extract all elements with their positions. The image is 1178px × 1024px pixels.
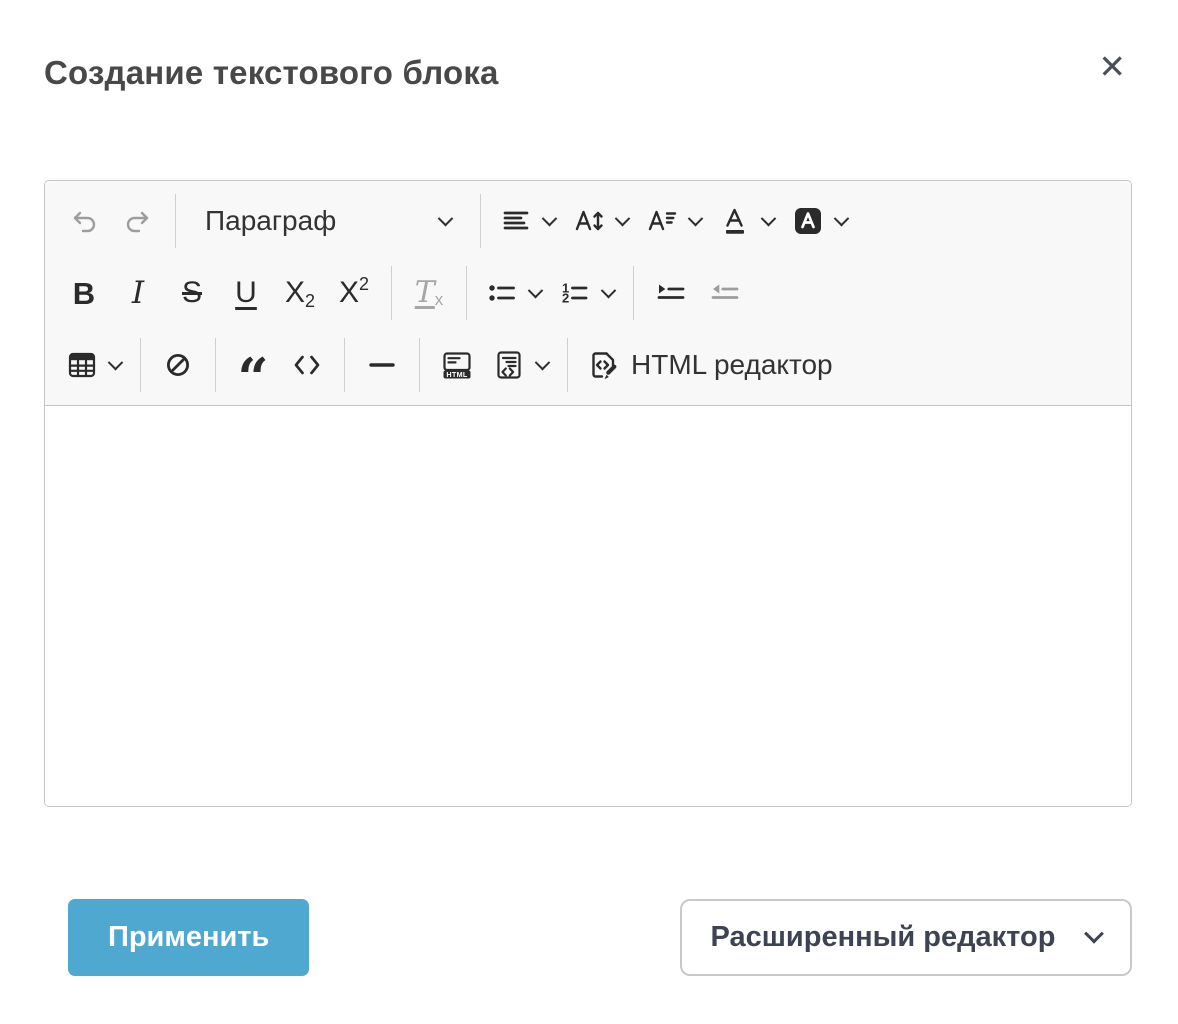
code-block-icon [493, 349, 525, 381]
font-color-icon [719, 205, 751, 237]
bulleted-list-dropdown[interactable] [478, 265, 549, 321]
toolbar-separator [391, 266, 392, 320]
chevron-down-icon [688, 210, 704, 226]
apply-button[interactable]: Применить [68, 899, 309, 976]
editor-content[interactable] [45, 406, 1131, 806]
font-color-dropdown[interactable] [711, 193, 782, 249]
undo-button[interactable] [58, 193, 110, 249]
html-embed-button[interactable]: HTML [431, 337, 483, 393]
undo-icon [68, 205, 100, 237]
close-button[interactable]: ✕ [1092, 48, 1132, 85]
chevron-down-icon [438, 210, 454, 226]
source-editing-button[interactable]: HTML редактор [579, 337, 841, 393]
horizontal-line-icon [366, 349, 398, 381]
chevron-down-icon [615, 210, 631, 226]
dialog-title: Создание текстового блока [44, 54, 499, 92]
toolbar-row-2: B I S U X 2 [45, 257, 1131, 329]
table-icon [66, 349, 98, 381]
font-background-color-dropdown[interactable] [784, 193, 855, 249]
toolbar-row-3: “ [45, 329, 1131, 401]
line-height-icon [573, 205, 605, 237]
code-icon [291, 349, 323, 381]
align-left-icon [500, 205, 532, 237]
toolbar-separator [480, 194, 481, 248]
toolbar-separator [140, 338, 141, 392]
underline-icon: U [235, 278, 257, 308]
advanced-editor-label: Расширенный редактор [711, 921, 1056, 954]
svg-text:HTML: HTML [446, 370, 467, 379]
bulleted-list-icon [486, 277, 518, 309]
blockquote-icon: “ [237, 373, 268, 384]
subscript-button[interactable]: X 2 [274, 265, 326, 321]
heading-dropdown[interactable]: Параграф [187, 193, 469, 249]
remove-format-icon: T x [415, 278, 444, 308]
link-icon [162, 349, 194, 381]
toolbar-separator [344, 338, 345, 392]
chevron-down-icon [108, 354, 124, 370]
subscript-icon: X 2 [285, 278, 315, 308]
chevron-down-icon [528, 282, 544, 298]
strikethrough-button[interactable]: S [166, 265, 218, 321]
chevron-down-icon [1085, 923, 1105, 943]
indent-button[interactable] [645, 265, 697, 321]
redo-button[interactable] [112, 193, 164, 249]
chevron-down-icon [535, 354, 551, 370]
bold-button[interactable]: B [58, 265, 110, 321]
svg-text:2: 2 [562, 291, 569, 306]
horizontal-line-button[interactable] [356, 337, 408, 393]
superscript-button[interactable]: X 2 [328, 265, 380, 321]
insert-table-dropdown[interactable] [58, 337, 129, 393]
alignment-dropdown[interactable] [492, 193, 563, 249]
dialog-footer: Применить Расширенный редактор [44, 899, 1132, 976]
link-button[interactable] [152, 337, 204, 393]
inline-code-button[interactable] [281, 337, 333, 393]
close-icon: ✕ [1098, 48, 1126, 85]
apply-button-label: Применить [108, 921, 269, 953]
underline-button[interactable]: U [220, 265, 272, 321]
redo-icon [122, 205, 154, 237]
editor-toolbar: Параграф [45, 181, 1131, 406]
toolbar-separator [215, 338, 216, 392]
font-size-icon [646, 205, 678, 237]
outdent-icon [709, 277, 741, 309]
toolbar-separator [175, 194, 176, 248]
superscript-icon: X 2 [339, 278, 369, 308]
remove-format-button[interactable]: T x [403, 265, 455, 321]
font-background-color-icon [792, 205, 824, 237]
toolbar-separator [466, 266, 467, 320]
source-editing-label: HTML редактор [631, 349, 833, 381]
rich-text-editor: Параграф [44, 180, 1132, 807]
strikethrough-icon: S [182, 278, 202, 308]
create-text-block-dialog: Создание текстового блока ✕ [0, 0, 1178, 976]
line-height-dropdown[interactable] [565, 193, 636, 249]
toolbar-separator [419, 338, 420, 392]
toolbar-separator [633, 266, 634, 320]
advanced-editor-button[interactable]: Расширенный редактор [680, 899, 1132, 976]
chevron-down-icon [542, 210, 558, 226]
font-size-dropdown[interactable] [638, 193, 709, 249]
bold-icon: B [73, 278, 95, 309]
italic-icon: I [132, 278, 144, 309]
numbered-list-dropdown[interactable]: 1 2 [551, 265, 622, 321]
toolbar-row-1: Параграф [45, 185, 1131, 257]
blockquote-button[interactable]: “ [227, 337, 279, 393]
dialog-header: Создание текстового блока ✕ [44, 48, 1132, 92]
heading-dropdown-value: Параграф [205, 205, 336, 237]
numbered-list-icon: 1 2 [559, 277, 591, 309]
toolbar-separator [567, 338, 568, 392]
code-block-dropdown[interactable] [485, 337, 556, 393]
italic-button[interactable]: I [112, 265, 164, 321]
outdent-button[interactable] [699, 265, 751, 321]
chevron-down-icon [834, 210, 850, 226]
chevron-down-icon [601, 282, 617, 298]
html-embed-icon: HTML [441, 349, 473, 381]
source-editing-icon [587, 349, 619, 381]
indent-icon [655, 277, 687, 309]
chevron-down-icon [761, 210, 777, 226]
